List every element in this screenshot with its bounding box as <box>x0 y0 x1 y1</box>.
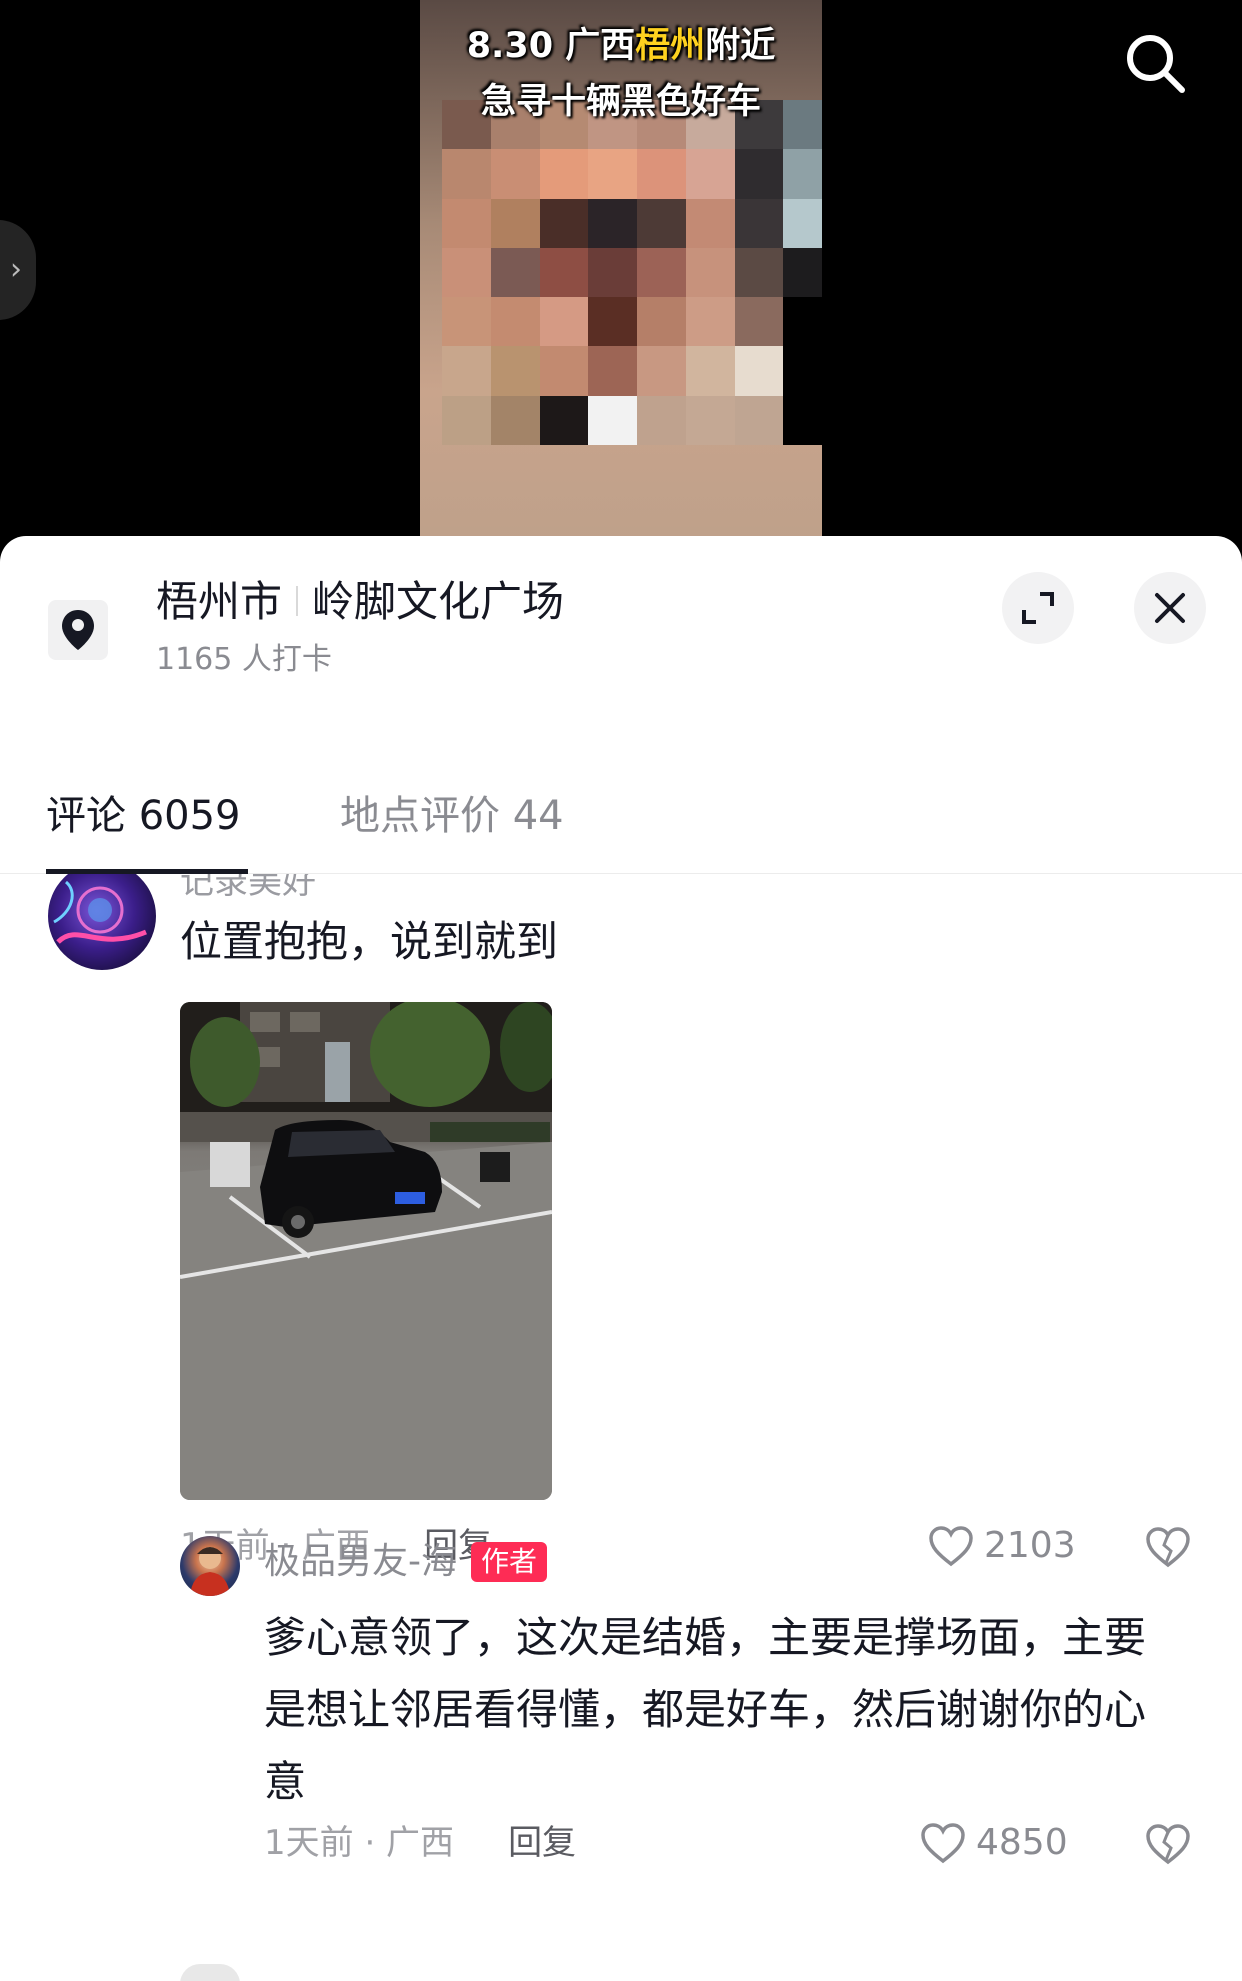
comment-meta: 1天前 · 广西 回复 <box>264 1818 576 1868</box>
video-caption-line1: 8.30 广西梧州附近 <box>420 18 822 74</box>
comment-time: 1天前 · 广西 <box>264 1823 455 1863</box>
comment-username[interactable]: 极品男友-海 <box>264 1541 457 1582</box>
like-count: 2103 <box>984 1525 1076 1566</box>
like-count: 4850 <box>976 1822 1068 1863</box>
tab-place-reviews[interactable]: 地点评价 44 <box>340 786 564 846</box>
chevron-right-icon[interactable]: › <box>0 220 36 320</box>
caption-text: 附近 <box>705 26 776 66</box>
close-icon <box>1155 593 1185 623</box>
reply-button[interactable]: 回复 <box>508 1823 576 1863</box>
heart-icon <box>929 1526 973 1567</box>
broken-heart-icon[interactable] <box>1143 1818 1193 1868</box>
like-button[interactable]: 2103 <box>928 1521 1076 1571</box>
search-icon[interactable] <box>1122 30 1188 96</box>
avatar[interactable] <box>180 1536 240 1596</box>
pixelated-face <box>442 100 822 445</box>
tab-comments[interactable]: 评论 6059 <box>46 786 241 846</box>
location-sheet: 梧州市岭脚文化广场 1165 人打卡 评论 6059 地点评价 44 记录美好 <box>0 536 1242 1981</box>
location-pin-icon <box>48 600 108 660</box>
title-separator <box>296 585 299 616</box>
caption-text: 8.30 广西 <box>466 26 636 66</box>
reply-username-row[interactable]: 极品男友-海 作者 <box>264 1538 548 1586</box>
video-caption: 8.30 广西梧州附近 急寻十辆黑色好车 <box>420 18 822 130</box>
caption-highlight: 梧州 <box>635 26 706 66</box>
broken-heart-icon[interactable] <box>1143 1521 1193 1571</box>
like-button[interactable]: 4850 <box>920 1818 1068 1868</box>
location-title[interactable]: 梧州市 岭脚文化广场 <box>156 574 564 630</box>
avatar[interactable] <box>48 874 156 970</box>
comment-photo[interactable] <box>180 1002 552 1500</box>
checkin-count: 1165 人打卡 <box>156 642 332 677</box>
expand-icon <box>1022 592 1054 624</box>
location-city: 梧州市 <box>156 577 283 626</box>
video-caption-line2: 急寻十辆黑色好车 <box>480 82 761 122</box>
expand-button[interactable] <box>1002 572 1074 644</box>
author-badge: 作者 <box>471 1542 548 1582</box>
comment-text: 爹心意领了，这次是结婚，主要是撑场面，主要是想让邻居看得懂，都是好车，然后谢谢你… <box>264 1613 1147 1806</box>
location-place: 岭脚文化广场 <box>312 577 565 626</box>
comment-username[interactable]: 记录美好 <box>180 874 316 902</box>
comment-text: 位置抱抱，说到就到 <box>180 917 559 966</box>
heart-icon <box>921 1823 965 1864</box>
avatar <box>180 1964 240 1981</box>
comment-list[interactable]: 记录美好 位置抱抱，说到就到 1天前 · 广西 回复 2103 极品男友-海 作… <box>0 874 1242 1981</box>
video-player[interactable]: 8.30 广西梧州附近 急寻十辆黑色好车 › <box>0 0 1242 560</box>
close-button[interactable] <box>1134 572 1206 644</box>
